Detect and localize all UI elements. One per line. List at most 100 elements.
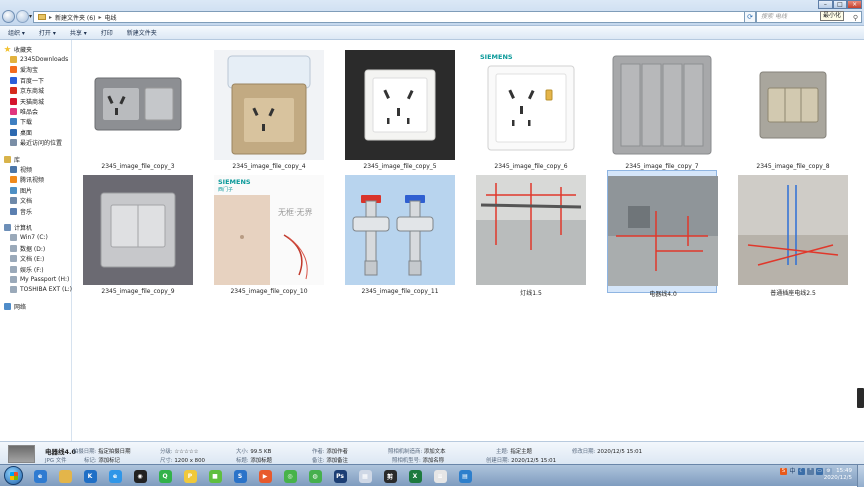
file-item[interactable]: 2345_image_file_copy_8 — [738, 45, 848, 170]
start-button[interactable] — [4, 466, 23, 485]
field-value[interactable]: 指定主题 — [510, 449, 532, 455]
taskbar-app-green-ball[interactable]: ◎ — [280, 467, 300, 485]
sidebar-item-drive[interactable]: Win7 (C:) — [0, 233, 71, 243]
sidebar-item-library[interactable]: 图片 — [0, 185, 71, 195]
taskbar-app-folder[interactable] — [55, 467, 75, 485]
ime-mode[interactable]: 中 — [789, 468, 796, 475]
sidebar-item-favorite[interactable]: 爱淘宝 — [0, 65, 71, 75]
clock[interactable]: 15:49 2020/12/5 — [824, 468, 852, 482]
refresh-button[interactable]: ⟳ — [744, 11, 756, 23]
print-button[interactable]: 打印 — [101, 28, 113, 37]
close-button[interactable]: × — [847, 0, 863, 9]
new-folder-button[interactable]: 新建文件夹 — [127, 28, 157, 37]
scrollbar-thumb[interactable] — [857, 388, 864, 408]
sidebar-item-label: Win7 (C:) — [20, 234, 48, 242]
file-list[interactable]: 2345_image_file_copy_3 2345_image_file_co… — [73, 40, 862, 441]
rating-stars[interactable]: ☆☆☆☆☆ — [174, 449, 198, 455]
taskbar-app-wechat[interactable]: ◍ — [305, 467, 325, 485]
taskbar-app-ps[interactable]: Ps — [330, 467, 350, 485]
sidebar-item-library[interactable]: 腾讯视频 — [0, 175, 71, 185]
taskbar-app-video-app[interactable]: ▶ — [255, 467, 275, 485]
file-item[interactable]: 2345_image_file_copy_5 — [345, 45, 455, 170]
file-item[interactable]: 2345_image_file_copy_3 — [83, 45, 193, 170]
punctuation-icon[interactable]: ° — [807, 468, 814, 475]
taskbar-app-notepad[interactable]: ≡ — [430, 467, 450, 485]
file-item[interactable]: 灯线1.5 — [476, 170, 586, 297]
sidebar-item-label: 数据 (D:) — [20, 245, 46, 253]
sidebar-item-drive[interactable]: TOSHIBA EXT (L:) — [0, 285, 72, 295]
file-name: 2345_image_file_copy_9 — [101, 288, 175, 295]
file-item[interactable]: 电器线4.0 — [607, 170, 718, 298]
breadcrumb-item[interactable]: 电线 — [104, 13, 116, 22]
field-value[interactable]: 添加文本 — [424, 449, 446, 455]
sidebar-item-library[interactable]: 文档 — [0, 195, 71, 205]
taskbar-app-browser-blue[interactable]: e — [105, 467, 125, 485]
share-menu[interactable]: 共享 ▾ — [70, 28, 87, 37]
sidebar-library-header[interactable]: 库 — [0, 154, 71, 164]
open-menu[interactable]: 打开 ▾ — [39, 28, 56, 37]
field-value[interactable]: 指定拍摄日期 — [98, 449, 130, 455]
sidebar-item-favorite[interactable]: 京东商城 — [0, 86, 71, 96]
taskbar-app-green-app[interactable]: ■ — [205, 467, 225, 485]
file-item[interactable]: 2345_image_file_copy_9 — [83, 170, 193, 295]
back-button[interactable] — [2, 10, 15, 23]
sidebar-item-label: 文档 (E:) — [20, 256, 45, 264]
breadcrumb-separator[interactable]: ▸ — [49, 14, 52, 21]
taskbar-app-qq-green[interactable]: Q — [155, 467, 175, 485]
file-item[interactable]: SIEMENS 2345_image_file_copy_6 — [476, 45, 586, 170]
command-bar: 组织 ▾ 打开 ▾ 共享 ▾ 打印 新建文件夹 — [0, 26, 864, 40]
taskbar-app-paint[interactable]: ▦ — [355, 467, 375, 485]
yellow-app-icon: P — [183, 469, 197, 483]
breadcrumb-item[interactable]: 新建文件夹 (6) — [55, 13, 95, 22]
show-desktop-button[interactable] — [857, 465, 864, 487]
file-item[interactable]: 2345_image_file_copy_11 — [345, 170, 455, 295]
file-item[interactable]: 2345_image_file_copy_4 — [214, 45, 324, 170]
taskbar-app-jianying[interactable]: 剪 — [380, 467, 400, 485]
taskbar-app-k-app[interactable]: K — [80, 467, 100, 485]
taskbar-app-gallery[interactable]: ▤ — [455, 467, 475, 485]
forward-button[interactable] — [16, 10, 29, 23]
svg-text:SIEMENS: SIEMENS — [218, 178, 251, 186]
file-item[interactable]: 2345_image_file_copy_7 — [607, 45, 717, 170]
recent-pages-dropdown[interactable]: ▾ — [29, 13, 32, 20]
taskbar-app-excel[interactable]: X — [405, 467, 425, 485]
drive-icon — [10, 244, 17, 252]
organize-menu[interactable]: 组织 ▾ — [8, 28, 25, 37]
file-name: 2345_image_file_copy_4 — [232, 163, 306, 170]
sidebar-item-drive[interactable]: 文档 (E:) — [0, 253, 71, 263]
sidebar-item-favorite[interactable]: 桌面 — [0, 127, 71, 137]
sidebar-item-drive[interactable]: 数据 (D:) — [0, 243, 71, 253]
sidebar-header-label: 库 — [14, 156, 21, 164]
file-item[interactable]: SIEMENS 西门子 无框·无界 2345_image_file_copy_10 — [214, 170, 324, 295]
taskbar-app-s-app[interactable]: S — [230, 467, 250, 485]
sidebar-item-favorite[interactable]: 2345Downloads — [0, 54, 71, 64]
sidebar-item-favorite[interactable]: 百度一下 — [0, 75, 71, 85]
sidebar-item-library[interactable]: 音乐 — [0, 206, 71, 216]
sogou-ime-icon[interactable]: S — [780, 468, 787, 475]
maximize-button[interactable]: □ — [832, 0, 848, 9]
moon-icon[interactable]: ☾ — [798, 468, 805, 475]
taskbar-app-media[interactable]: ◉ — [130, 467, 150, 485]
minimize-button[interactable]: – — [818, 0, 833, 9]
sidebar-item-favorite[interactable]: 最近访问的位置 — [0, 138, 71, 148]
sidebar-computer-header[interactable]: 计算机 — [0, 222, 71, 232]
sidebar-item-library[interactable]: 视频 — [0, 164, 71, 174]
taskbar-app-ie[interactable]: e — [30, 467, 50, 485]
sidebar-item-favorite[interactable]: 天猫商城 — [0, 96, 71, 106]
search-icon[interactable]: ⚲ — [853, 13, 858, 23]
sidebar-network-header[interactable]: 网络 — [0, 301, 71, 311]
sidebar-item-favorite[interactable]: 唯品会 — [0, 106, 71, 116]
breadcrumb-separator[interactable]: ▸ — [98, 14, 101, 21]
keyboard-icon[interactable]: ▭ — [816, 468, 823, 475]
search-input[interactable]: 搜索 电线 ⚲ — [756, 11, 862, 23]
camera-model-field: 照相机型号: 添加名称 — [392, 456, 444, 464]
field-value[interactable]: 添加作者 — [326, 449, 348, 455]
file-item[interactable]: 普通插座电线2.5 — [738, 170, 848, 297]
address-bar[interactable]: ▸ 新建文件夹 (6) ▸ 电线 ▾ — [33, 11, 753, 23]
sidebar-item-drive[interactable]: My Passport (H:) — [0, 274, 71, 284]
sidebar-favorites-header[interactable]: 收藏夹 — [0, 44, 71, 54]
sidebar-item-drive[interactable]: 娱乐 (F:) — [0, 264, 71, 274]
wechat-icon: ◍ — [308, 469, 322, 483]
sidebar-item-favorite[interactable]: 下载 — [0, 117, 71, 127]
taskbar-app-yellow-app[interactable]: P — [180, 467, 200, 485]
